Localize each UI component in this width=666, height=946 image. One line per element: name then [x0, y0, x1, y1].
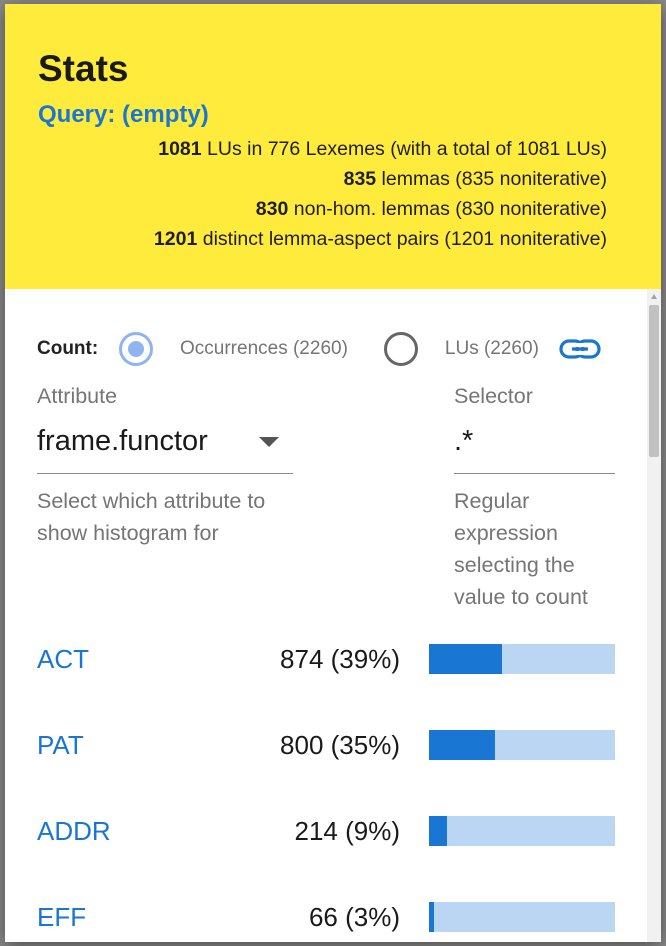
selector-caption: Selector: [454, 384, 533, 408]
histogram-row: ADDR 214 (9%): [37, 809, 617, 853]
histogram-count: 800 (35%): [280, 730, 400, 760]
histogram-bar-fill: [429, 644, 502, 674]
histogram-count: 214 (9%): [294, 816, 401, 846]
scrollbar-thumb[interactable]: [649, 305, 659, 457]
selector-hint: Regular expression selecting the value t…: [454, 489, 588, 609]
stat-line: 1201 distinct lemma-aspect pairs (1201 n…: [38, 224, 607, 254]
selector-input[interactable]: .*: [454, 419, 615, 474]
stat-line: 835 lemmas (835 noniterative): [38, 164, 607, 194]
histogram-row: EFF 66 (3%): [37, 895, 617, 939]
lus-radio[interactable]: [383, 332, 418, 366]
histogram-bar: [429, 816, 615, 846]
dropdown-arrow-icon[interactable]: [259, 437, 279, 447]
stat-line: 830 non-hom. lemmas (830 noniterative): [38, 194, 607, 224]
scroll-up-arrow-icon[interactable]: [651, 294, 657, 299]
histogram-bar: [429, 902, 615, 932]
stat-text: non-hom. lemmas (830 noniterative): [288, 198, 607, 220]
stats-summary: 1081 LUs in 776 Lexemes (with a total of…: [38, 134, 607, 254]
histogram-bar: [429, 730, 615, 760]
stat-text: lemmas (835 noniterative): [376, 168, 607, 190]
histogram-value-link[interactable]: ADDR: [37, 809, 111, 853]
attribute-hint: Select which attribute to show histogram…: [37, 489, 266, 545]
count-label: Count:: [37, 338, 99, 359]
histogram-count: 874 (39%): [280, 644, 400, 674]
stats-header: Stats Query: (empty) 1081 LUs in 776 Lex…: [5, 4, 661, 289]
occurrences-radio-label[interactable]: Occurrences (2260): [180, 338, 348, 360]
stat-text: distinct lemma-aspect pairs (1201 nonite…: [197, 228, 607, 250]
stats-dialog: Stats Query: (empty) 1081 LUs in 776 Lex…: [5, 4, 661, 942]
histogram-bar: [429, 644, 615, 674]
stat-line: 1081 LUs in 776 Lexemes (with a total of…: [38, 134, 607, 164]
count-mode-row: Count: Occurrences (2260) LUs (2260): [37, 329, 617, 369]
histogram-bar-fill: [429, 816, 447, 846]
histogram-count: 66 (3%): [308, 902, 400, 932]
stats-body: Count: Occurrences (2260) LUs (2260) Att…: [5, 289, 647, 942]
stat-text: LUs in 776 Lexemes (with a total of 1081…: [201, 138, 607, 160]
stat-number: 835: [343, 168, 377, 190]
histogram-bar-fill: [429, 902, 435, 932]
selector-value[interactable]: .*: [454, 419, 473, 463]
histogram-value-link[interactable]: ACT: [37, 637, 89, 681]
stat-number: 830: [255, 198, 289, 220]
stat-number: 1081: [158, 138, 202, 160]
attribute-select[interactable]: frame.functor: [37, 419, 293, 474]
link-icon[interactable]: [559, 337, 601, 361]
lus-radio-label[interactable]: LUs (2260): [445, 338, 539, 360]
query-summary: Query: (empty): [38, 101, 209, 128]
histogram-value-link[interactable]: PAT: [37, 723, 84, 767]
histogram-value-link[interactable]: EFF: [37, 895, 86, 939]
histogram-bar-fill: [429, 730, 496, 760]
histogram-row: ACT 874 (39%): [37, 637, 617, 681]
stat-number: 1201: [153, 228, 198, 250]
attribute-value[interactable]: frame.functor: [37, 419, 208, 463]
dialog-title: Stats: [38, 48, 129, 89]
attribute-caption: Attribute: [37, 384, 118, 408]
scrollbar[interactable]: [647, 289, 661, 942]
histogram-row: PAT 800 (35%): [37, 723, 617, 767]
occurrences-radio[interactable]: [119, 332, 153, 366]
